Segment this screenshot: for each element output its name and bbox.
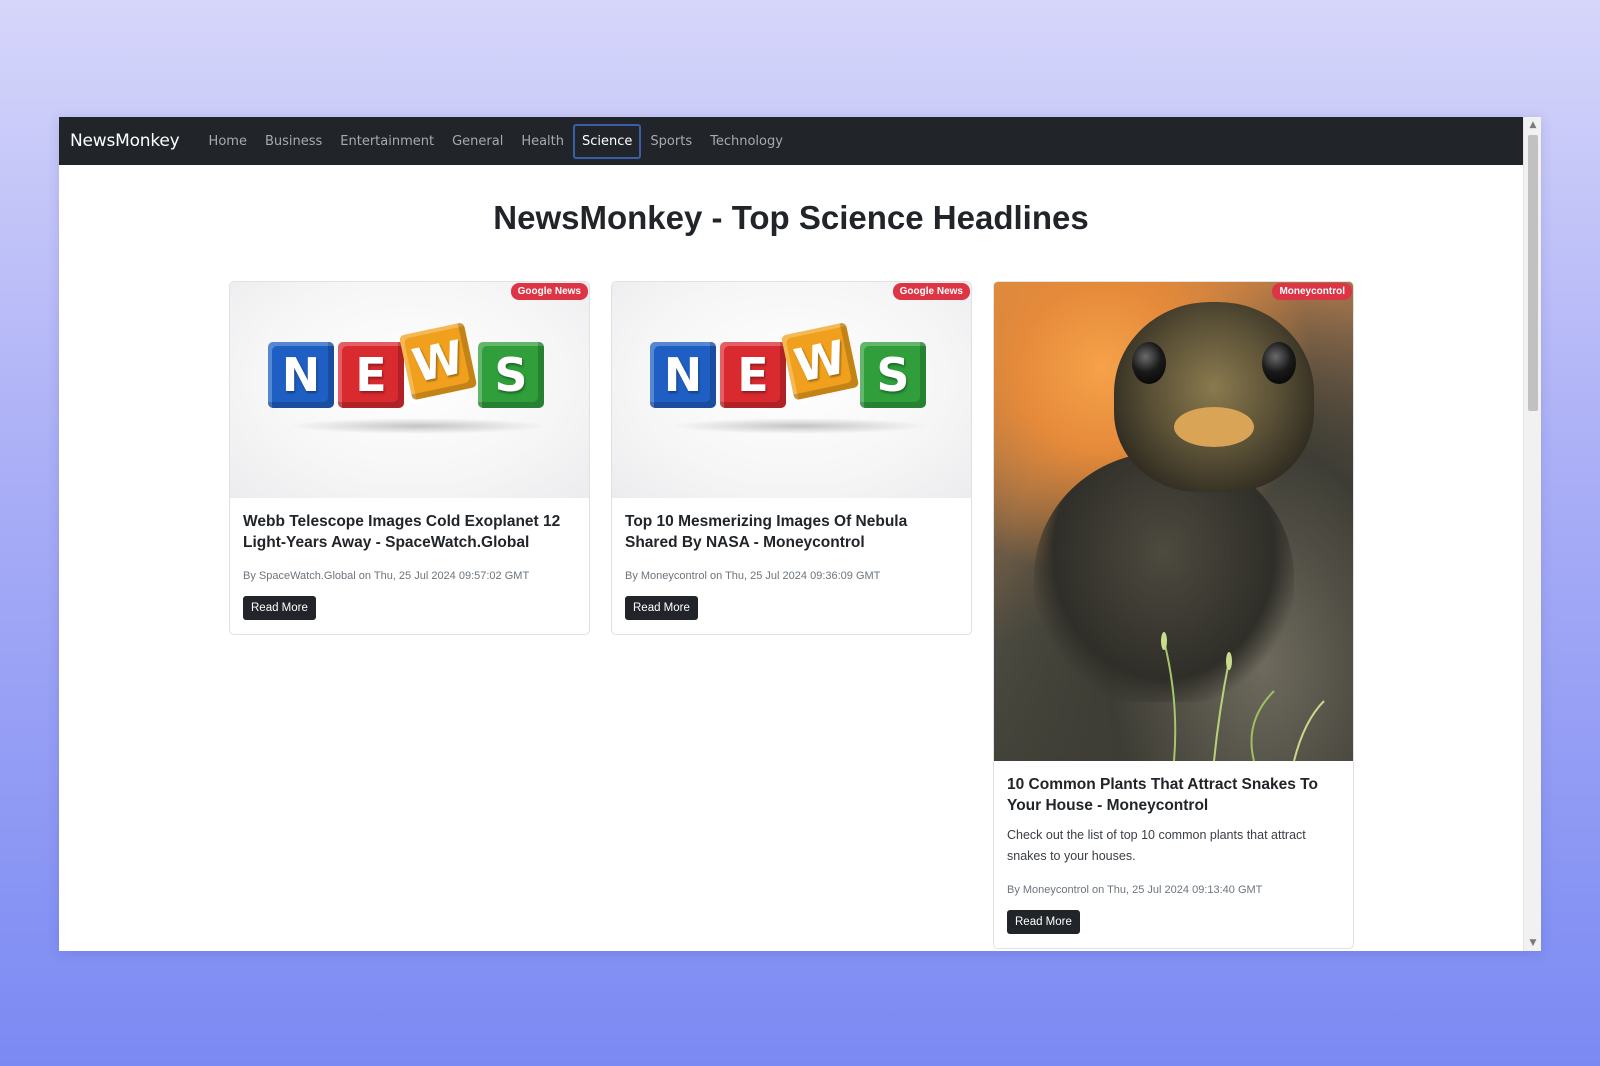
news-card: Google News N E W S Webb Telescope Image… [229, 281, 590, 635]
cube-letter: N [268, 342, 334, 408]
cube-letter: E [720, 342, 786, 408]
card-description: Check out the list of top 10 common plan… [1007, 828, 1306, 863]
nav-link-business[interactable]: Business [256, 124, 331, 159]
card-meta: By Moneycontrol on Thu, 25 Jul 2024 09:1… [1007, 884, 1263, 896]
nav-link-entertainment[interactable]: Entertainment [331, 124, 443, 159]
card-title: 10 Common Plants That Attract Snakes To … [1007, 776, 1318, 814]
source-badge: Moneycontrol [1272, 283, 1352, 300]
cube-letter: E [338, 342, 404, 408]
brand-logo[interactable]: NewsMonkey [70, 131, 180, 151]
news-card: Google News N E W S Top 10 Mesmerizing I… [611, 281, 972, 635]
read-more-button[interactable]: Read More [625, 596, 698, 620]
nav-link-sports[interactable]: Sports [641, 124, 701, 159]
snake-photo: Moneycontrol [994, 282, 1353, 761]
nav-links: Home Business Entertainment General Heal… [200, 123, 792, 159]
nav-link-science[interactable]: Science [573, 123, 642, 159]
card-title: Top 10 Mesmerizing Images Of Nebula Shar… [625, 513, 908, 551]
scroll-down-icon[interactable]: ▼ [1524, 935, 1541, 951]
card-meta: By Moneycontrol on Thu, 25 Jul 2024 09:3… [625, 570, 881, 582]
source-badge: Google News [892, 283, 970, 300]
nav-link-home[interactable]: Home [200, 124, 256, 159]
cube-shadow [670, 418, 930, 434]
news-cubes-image: Google News N E W S [612, 282, 971, 498]
cube-letter: S [478, 342, 544, 408]
page-title: NewsMonkey - Top Science Headlines [493, 199, 1089, 236]
news-cubes: N E W S [650, 322, 926, 408]
browser-window: NewsMonkey Home Business Entertainment G… [59, 117, 1541, 951]
news-cubes: N E W S [268, 322, 544, 408]
snake-mouth [1174, 407, 1254, 447]
snake-head [1114, 302, 1314, 492]
nav-link-health[interactable]: Health [512, 124, 573, 159]
scroll-thumb[interactable] [1528, 135, 1538, 411]
grass-sprigs [1161, 632, 1325, 761]
read-more-button[interactable]: Read More [243, 596, 316, 620]
snake-eye [1132, 342, 1166, 384]
news-cubes-image: Google News N E W S [230, 282, 589, 498]
cube-shadow [288, 418, 548, 434]
cube-letter: N [650, 342, 716, 408]
nav-link-general[interactable]: General [443, 124, 512, 159]
main-content: NewsMonkey - Top Science Headlines Googl… [59, 165, 1523, 951]
card-meta: By SpaceWatch.Global on Thu, 25 Jul 2024… [243, 570, 530, 582]
read-more-button[interactable]: Read More [1007, 910, 1080, 934]
cube-letter: W [780, 322, 860, 401]
scroll-up-icon[interactable]: ▲ [1524, 117, 1541, 133]
card-body: Top 10 Mesmerizing Images Of Nebula Shar… [612, 498, 971, 634]
card-body: Webb Telescope Images Cold Exoplanet 12 … [230, 498, 589, 634]
news-card: Moneycontrol 10 Common Plants That Attra… [993, 281, 1354, 949]
source-badge: Google News [510, 283, 588, 300]
navbar: NewsMonkey Home Business Entertainment G… [59, 117, 1541, 165]
card-body: 10 Common Plants That Attract Snakes To … [994, 761, 1353, 948]
snake-eye [1262, 342, 1296, 384]
nav-link-technology[interactable]: Technology [701, 124, 792, 159]
vertical-scrollbar[interactable]: ▲ ▼ [1523, 117, 1541, 951]
card-title: Webb Telescope Images Cold Exoplanet 12 … [243, 513, 561, 551]
cube-letter: S [860, 342, 926, 408]
cube-letter: W [398, 322, 478, 401]
